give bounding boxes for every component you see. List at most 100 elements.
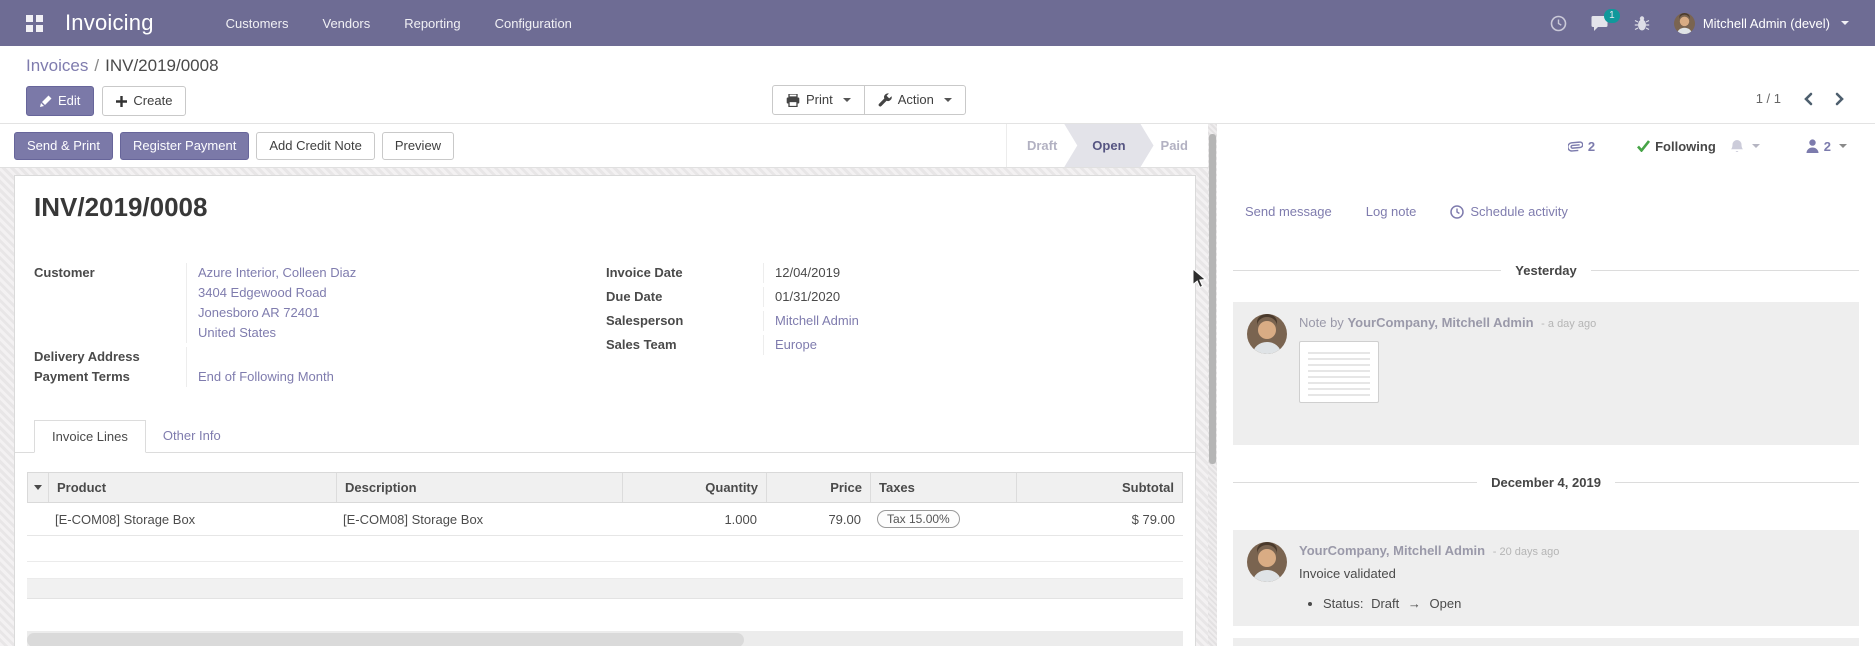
message-avatar[interactable] <box>1247 542 1287 582</box>
arrow-right-icon: → <box>1408 596 1421 611</box>
table-header-row: Product Description Quantity Price Taxes… <box>27 472 1183 503</box>
payment-terms-value[interactable]: End of Following Month <box>186 367 606 387</box>
message-avatar[interactable] <box>1247 314 1287 354</box>
cell-product[interactable]: [E-COM08] Storage Box <box>47 505 335 534</box>
menu-customers[interactable]: Customers <box>226 16 289 31</box>
create-button[interactable]: Create <box>102 86 186 116</box>
invoice-sheet: INV/2019/0008 Customer Azure Interior, C… <box>14 175 1196 646</box>
tab-other-info[interactable]: Other Info <box>146 420 238 453</box>
activities-clock-icon[interactable] <box>1550 15 1567 32</box>
paperclip-icon <box>1568 138 1583 154</box>
breadcrumb-current: INV/2019/0008 <box>105 56 218 75</box>
following-check-icon <box>1637 140 1650 152</box>
due-date-label: Due Date <box>606 287 763 307</box>
notebook-tabs: Invoice Lines Other Info <box>15 419 1195 453</box>
schedule-activity-button[interactable]: Schedule activity <box>1450 204 1568 219</box>
tab-invoice-lines[interactable]: Invoice Lines <box>34 420 146 453</box>
header-description[interactable]: Description <box>336 473 622 502</box>
caret-down-icon <box>843 98 851 102</box>
salesperson-value[interactable]: Mitchell Admin <box>763 311 1176 331</box>
menu-vendors[interactable]: Vendors <box>323 16 371 31</box>
message-author[interactable]: YourCompany, Mitchell Admin <box>1299 543 1485 558</box>
sales-team-value[interactable]: Europe <box>763 335 1176 355</box>
followers-button[interactable]: 2 <box>1806 139 1847 154</box>
cell-quantity[interactable]: 1.000 <box>621 505 765 534</box>
customer-label: Customer <box>34 263 186 343</box>
edit-button[interactable]: Edit <box>26 86 94 116</box>
following-button[interactable]: Following <box>1637 139 1716 154</box>
vertical-scrollbar-thumb[interactable] <box>1209 134 1216 464</box>
caret-down-icon <box>1839 144 1847 148</box>
message-author[interactable]: YourCompany, Mitchell Admin <box>1347 315 1533 330</box>
bell-icon <box>1730 139 1744 154</box>
message-time: - 20 days ago <box>1493 546 1560 558</box>
breadcrumb-invoices[interactable]: Invoices <box>26 56 88 75</box>
pager-previous-icon[interactable] <box>1803 92 1813 106</box>
log-note-button[interactable]: Log note <box>1366 204 1417 219</box>
due-date-value: 01/31/2020 <box>763 287 1176 307</box>
state-paid[interactable]: Paid <box>1141 124 1208 167</box>
invoice-number-title: INV/2019/0008 <box>34 192 1195 223</box>
followers-count: 2 <box>1824 139 1831 154</box>
chatter-actions: Send message Log note Schedule activity <box>1245 204 1875 219</box>
send-print-button[interactable]: Send & Print <box>14 132 113 160</box>
bug-icon[interactable] <box>1634 15 1650 32</box>
tracking-value: Status: Draft → Open <box>1323 594 1845 614</box>
invoice-date-label: Invoice Date <box>606 263 763 283</box>
header-price[interactable]: Price <box>766 473 870 502</box>
header-product[interactable]: Product <box>48 473 336 502</box>
salesperson-label: Salesperson <box>606 311 763 331</box>
sort-caret-icon[interactable] <box>28 473 48 502</box>
action-button[interactable]: Action <box>864 85 966 115</box>
tax-badge: Tax 15.00% <box>877 510 960 528</box>
sales-team-label: Sales Team <box>606 335 763 355</box>
control-panel: Invoices/INV/2019/0008 Edit Create Print <box>0 46 1875 123</box>
menu-configuration[interactable]: Configuration <box>495 16 572 31</box>
create-plus-icon <box>116 96 127 107</box>
apps-grid-icon[interactable] <box>26 15 43 32</box>
message-count-badge: 1 <box>1604 9 1620 23</box>
notification-bell-button[interactable] <box>1730 139 1760 154</box>
header-subtotal[interactable]: Subtotal <box>1016 473 1182 502</box>
message-body: Invoice validated <box>1299 564 1845 583</box>
messages-chat-icon[interactable]: 1 <box>1591 15 1610 32</box>
invoicing-app-window: Invoicing Customers Vendors Reporting Co… <box>0 0 1875 651</box>
vertical-scrollbar[interactable] <box>1208 124 1217 646</box>
invoice-lines-table: Product Description Quantity Price Taxes… <box>27 472 1183 646</box>
followers-person-icon <box>1806 139 1819 153</box>
date-divider-yesterday: Yesterday <box>1233 263 1859 278</box>
schedule-clock-icon <box>1450 205 1464 219</box>
pager-value[interactable]: 1 / 1 <box>1756 91 1781 106</box>
horizontal-scrollbar-thumb[interactable] <box>27 633 744 646</box>
pager-next-icon[interactable] <box>1835 92 1845 106</box>
delivery-address-value <box>186 347 606 367</box>
print-button[interactable]: Print <box>772 85 865 115</box>
print-action-button-group: Print Action <box>772 85 966 115</box>
invoice-date-value: 12/04/2019 <box>763 263 1176 283</box>
tracking-message: YourCompany, Mitchell Admin - 20 days ag… <box>1233 530 1859 626</box>
attachment-thumbnail[interactable] <box>1299 341 1379 403</box>
empty-line <box>27 562 1183 579</box>
register-payment-button[interactable]: Register Payment <box>120 132 249 160</box>
form-background: INV/2019/0008 Customer Azure Interior, C… <box>0 168 1208 646</box>
state-draft[interactable]: Draft <box>1007 124 1077 167</box>
attachments-count: 2 <box>1588 139 1595 154</box>
cell-description[interactable]: [E-COM08] Storage Box <box>335 505 621 534</box>
main-menu: Customers Vendors Reporting Configuratio… <box>226 16 572 31</box>
header-quantity[interactable]: Quantity <box>622 473 766 502</box>
date-divider-december: December 4, 2019 <box>1233 475 1859 490</box>
empty-line <box>27 579 1183 599</box>
preview-button[interactable]: Preview <box>382 132 454 160</box>
send-message-button[interactable]: Send message <box>1245 204 1332 219</box>
menu-reporting[interactable]: Reporting <box>404 16 460 31</box>
cell-subtotal[interactable]: $ 79.00 <box>1015 505 1183 534</box>
attachments-button[interactable]: 2 <box>1568 138 1595 154</box>
table-row[interactable]: [E-COM08] Storage Box [E-COM08] Storage … <box>27 503 1183 536</box>
cell-price[interactable]: 79.00 <box>765 505 869 534</box>
customer-name-link[interactable]: Azure Interior, Colleen Diaz <box>198 263 606 283</box>
cell-taxes[interactable]: Tax 15.00% <box>869 503 1015 535</box>
add-credit-note-button[interactable]: Add Credit Note <box>256 132 375 160</box>
header-taxes[interactable]: Taxes <box>870 473 1016 502</box>
horizontal-scrollbar[interactable] <box>27 631 1183 646</box>
user-menu[interactable]: Mitchell Admin (devel) <box>1674 13 1849 34</box>
